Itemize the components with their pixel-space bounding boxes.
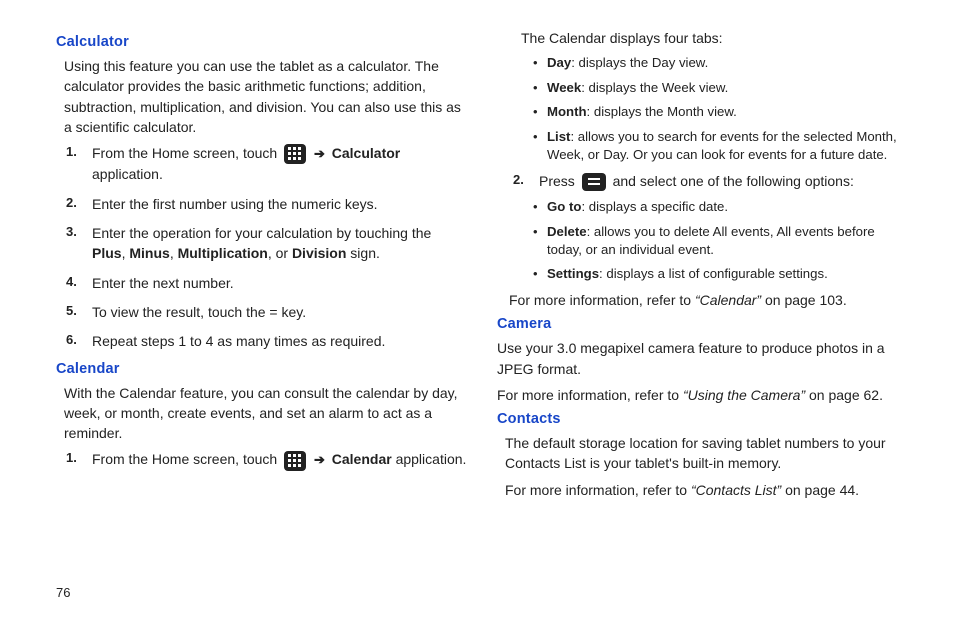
cal-step-2a: Press (539, 173, 579, 189)
heading-contacts: Contacts (497, 411, 910, 427)
opt-goto: Go to: displays a specific date. (547, 198, 910, 216)
contacts-intro: The default storage location for saving … (505, 433, 910, 474)
menu-icon (582, 173, 606, 191)
calc-step-3-or: , or (268, 245, 292, 261)
calculator-intro: Using this feature you can use the table… (64, 56, 469, 137)
tab-list: List: allows you to search for events fo… (547, 128, 910, 165)
opt-settings: Settings: displays a list of configurabl… (547, 265, 910, 283)
tabs-list: Day: displays the Day view. Week: displa… (497, 54, 910, 164)
arrow-icon: ➔ (314, 146, 325, 161)
calc-step-1a: From the Home screen, touch (92, 145, 281, 161)
calc-step-5-text: To view the result, touch the = key. (92, 304, 306, 320)
tab-day-text: : displays the Day view. (571, 55, 708, 70)
calc-step-3-sign: sign. (346, 245, 379, 261)
cal-step-2: 2. Press and select one of the following… (539, 171, 910, 191)
calc-step-4: 4. Enter the next number. (92, 273, 469, 293)
manual-page: Calculator Using this feature you can us… (0, 0, 954, 636)
arrow-icon: ➔ (314, 452, 325, 467)
con-ref-i: “Contacts List” (691, 482, 785, 498)
tab-month-text: : displays the Month view. (587, 104, 737, 119)
tab-list-text: : allows you to search for events for th… (547, 129, 897, 162)
tabs-intro: The Calendar displays four tabs: (521, 28, 910, 48)
cal-ref-b: on page 103. (765, 292, 847, 308)
calc-step-1c: application. (92, 166, 163, 182)
cal-ref-a: For more information, refer to (509, 292, 695, 308)
cal-step-1a: From the Home screen, touch (92, 451, 281, 467)
calc-step-3a: Enter the operation for your calculation… (92, 225, 431, 241)
opt-delete-text: : allows you to delete All events, All e… (547, 224, 875, 257)
camera-ref: For more information, refer to “Using th… (497, 385, 910, 405)
con-ref-b: on page 44. (785, 482, 859, 498)
tab-week-text: : displays the Week view. (581, 80, 728, 95)
contacts-ref: For more information, refer to “Contacts… (505, 480, 910, 500)
cal-step-1b: Calendar (332, 451, 392, 467)
comma2: , (170, 245, 178, 261)
opt-settings-text: : displays a list of configurable settin… (599, 266, 828, 281)
calendar-step-2: 2. Press and select one of the following… (497, 171, 910, 191)
calc-step-5: 5. To view the result, touch the = key. (92, 302, 469, 322)
calc-step-3-minus: Minus (129, 245, 169, 261)
options-list: Go to: displays a specific date. Delete:… (497, 198, 910, 284)
opt-delete-label: Delete (547, 224, 587, 239)
calendar-intro: With the Calendar feature, you can consu… (64, 383, 469, 444)
con-ref-a: For more information, refer to (505, 482, 691, 498)
opt-delete: Delete: allows you to delete All events,… (547, 223, 910, 260)
cal-step-2b: and select one of the following options: (613, 173, 854, 189)
tab-month-label: Month (547, 104, 587, 119)
calc-step-3-mult: Multiplication (178, 245, 268, 261)
cam-ref-i: “Using the Camera” (683, 387, 809, 403)
calc-step-6: 6. Repeat steps 1 to 4 as many times as … (92, 331, 469, 351)
opt-goto-label: Go to (547, 199, 581, 214)
calendar-ref: For more information, refer to “Calendar… (509, 290, 910, 310)
calc-step-1: 1. From the Home screen, touch ➔ Calcula… (92, 143, 469, 185)
opt-settings-label: Settings (547, 266, 599, 281)
tab-list-label: List (547, 129, 570, 144)
cal-ref-i: “Calendar” (695, 292, 765, 308)
cal-step-1c: application. (396, 451, 467, 467)
calc-step-1b: Calculator (332, 145, 400, 161)
calc-step-3: 3. Enter the operation for your calculat… (92, 223, 469, 264)
cal-step-1: 1. From the Home screen, touch ➔ Calenda… (92, 449, 469, 470)
cam-ref-a: For more information, refer to (497, 387, 683, 403)
camera-intro: Use your 3.0 megapixel camera feature to… (497, 338, 910, 379)
calc-step-4-text: Enter the next number. (92, 275, 234, 291)
page-number: 76 (56, 585, 70, 600)
tab-day: Day: displays the Day view. (547, 54, 910, 72)
apps-grid-icon (284, 144, 306, 164)
heading-calculator: Calculator (56, 34, 469, 50)
tab-week: Week: displays the Week view. (547, 79, 910, 97)
cam-ref-b: on page 62. (809, 387, 883, 403)
opt-goto-text: : displays a specific date. (581, 199, 728, 214)
tab-day-label: Day (547, 55, 571, 70)
heading-calendar: Calendar (56, 361, 469, 377)
left-column: Calculator Using this feature you can us… (56, 28, 469, 624)
right-column: The Calendar displays four tabs: Day: di… (497, 28, 910, 624)
calc-step-2-text: Enter the first number using the numeric… (92, 196, 378, 212)
calculator-steps: 1. From the Home screen, touch ➔ Calcula… (56, 143, 469, 351)
calc-step-3-plus: Plus (92, 245, 122, 261)
tab-week-label: Week (547, 80, 581, 95)
calc-step-6-text: Repeat steps 1 to 4 as many times as req… (92, 333, 385, 349)
calendar-steps: 1. From the Home screen, touch ➔ Calenda… (56, 449, 469, 470)
heading-camera: Camera (497, 316, 910, 332)
apps-grid-icon (284, 451, 306, 471)
calc-step-3-div: Division (292, 245, 346, 261)
calc-step-2: 2. Enter the first number using the nume… (92, 194, 469, 214)
tab-month: Month: displays the Month view. (547, 103, 910, 121)
